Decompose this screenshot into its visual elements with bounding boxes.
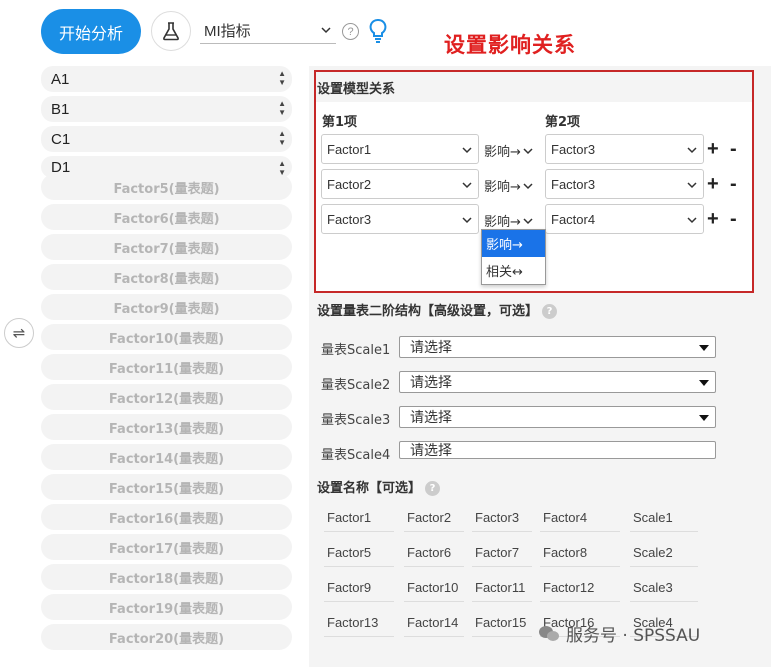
caret-down-icon (699, 380, 709, 386)
names-section-title: 设置名称【可选】? (317, 477, 441, 496)
name-field[interactable]: Factor4 (540, 510, 620, 532)
wechat-logo-icon (539, 625, 559, 641)
chevron-down-icon (462, 182, 472, 189)
chevron-down-icon (523, 217, 533, 224)
headline-annotation: 设置影响关系 (444, 33, 576, 57)
factor-item[interactable]: Factor16(量表题) (41, 504, 292, 530)
name-field[interactable]: Factor15 (472, 615, 532, 637)
mi-index-select[interactable]: MI指标 (200, 18, 336, 44)
factor-item[interactable]: Factor10(量表题) (41, 324, 292, 350)
relation-select[interactable]: 影响→ (484, 176, 535, 195)
name-field[interactable]: Factor5 (324, 545, 394, 567)
swap-arrows-icon[interactable]: ⇌ (4, 318, 34, 348)
chevron-down-icon (462, 217, 472, 224)
flask-icon-button[interactable] (151, 11, 191, 51)
name-field[interactable]: Factor1 (324, 510, 394, 532)
variable-list: A1 ▲ ▼ B1 ▲ ▼ C1 ▲ ▼ D1 ▲ ▼ Factor5(量表题) Fac… (41, 66, 292, 654)
item1-select[interactable]: Factor2 (321, 169, 479, 199)
chevron-down-icon (687, 182, 697, 189)
name-field[interactable]: Factor7 (472, 545, 532, 567)
remove-row-button[interactable]: - (730, 208, 737, 231)
column-header-item1: 第1项 (322, 115, 358, 130)
mi-select-value: MI指标 (204, 23, 251, 40)
name-field[interactable]: Factor9 (324, 580, 394, 602)
order-spinner-icon[interactable]: ▲ ▼ (278, 99, 286, 117)
name-field[interactable]: Factor12 (540, 580, 620, 602)
factor-item[interactable]: Factor17(量表题) (41, 534, 292, 560)
flask-icon (163, 22, 179, 41)
name-field[interactable]: Factor10 (404, 580, 464, 602)
relation-select[interactable]: 影响→ (484, 141, 535, 160)
dropdown-option-influence[interactable]: 影响→ (482, 230, 545, 257)
order-spinner-icon[interactable]: ▲ ▼ (278, 69, 286, 87)
scale-label: 量表Scale3 (321, 413, 391, 428)
chevron-down-icon (523, 182, 533, 189)
help-icon[interactable]: ? (542, 304, 558, 319)
chevron-down-icon (523, 147, 533, 154)
order-spinner-icon[interactable]: ▲ ▼ (278, 159, 286, 177)
factor-item[interactable]: Factor15(量表题) (41, 474, 292, 500)
add-row-button[interactable]: + (707, 173, 719, 196)
item2-select[interactable]: Factor3 (545, 134, 704, 164)
help-icon[interactable]: ? (342, 23, 359, 40)
name-field[interactable]: Factor8 (540, 545, 620, 567)
scale-section-title: 设置量表二阶结构【高级设置，可选】? (317, 300, 558, 319)
variable-item[interactable]: B1 ▲ ▼ (41, 96, 292, 122)
factor-item[interactable]: Factor7(量表题) (41, 234, 292, 260)
factor-item[interactable]: Factor12(量表题) (41, 384, 292, 410)
factor-item[interactable]: Factor8(量表题) (41, 264, 292, 290)
factor-item[interactable]: Factor6(量表题) (41, 204, 292, 230)
scale-select[interactable]: 请选择 (399, 336, 716, 358)
order-spinner-icon[interactable]: ▲ ▼ (278, 129, 286, 147)
item1-select[interactable]: Factor3 (321, 204, 479, 234)
scale-label: 量表Scale1 (321, 343, 391, 358)
variable-item[interactable]: C1 ▲ ▼ (41, 126, 292, 152)
help-icon[interactable]: ? (425, 481, 441, 496)
name-field[interactable]: Factor2 (404, 510, 464, 532)
scale-label: 量表Scale4 (321, 448, 391, 463)
name-field[interactable]: Scale3 (630, 580, 698, 602)
item1-select[interactable]: Factor1 (321, 134, 479, 164)
name-field[interactable]: Scale2 (630, 545, 698, 567)
name-field[interactable]: Factor14 (404, 615, 464, 637)
scale-select[interactable]: 请选择 (399, 406, 716, 428)
factor-item[interactable]: Factor19(量表题) (41, 594, 292, 620)
factor-item[interactable]: Factor18(量表题) (41, 564, 292, 590)
chevron-down-icon (462, 147, 472, 154)
name-field[interactable]: Factor3 (472, 510, 532, 532)
name-field[interactable]: Factor6 (404, 545, 464, 567)
add-row-button[interactable]: + (707, 208, 719, 231)
dropdown-option-correlation[interactable]: 相关↔ (482, 257, 545, 284)
start-analysis-button[interactable]: 开始分析 (41, 9, 141, 54)
scale-select[interactable]: 请选择 (399, 371, 716, 393)
remove-row-button[interactable]: - (730, 173, 737, 196)
name-field[interactable]: Factor11 (472, 580, 532, 602)
relation-dropdown-menu: 影响→ 相关↔ (481, 229, 546, 285)
name-field[interactable]: Scale1 (630, 510, 698, 532)
factor-item[interactable]: Factor14(量表题) (41, 444, 292, 470)
chevron-down-icon (687, 217, 697, 224)
relation-select[interactable]: 影响→ (484, 211, 535, 230)
remove-row-button[interactable]: - (730, 138, 737, 161)
lightbulb-icon[interactable] (368, 18, 388, 44)
factor-item[interactable]: Factor20(量表题) (41, 624, 292, 650)
item2-select[interactable]: Factor3 (545, 169, 704, 199)
watermark: 服务号 · SPSSAU (538, 621, 700, 646)
caret-down-icon (699, 345, 709, 351)
add-row-button[interactable]: + (707, 138, 719, 161)
variable-item[interactable]: D1 ▲ ▼ (41, 156, 292, 178)
model-section-title: 设置模型关系 (317, 82, 396, 97)
factor-item[interactable]: Factor11(量表题) (41, 354, 292, 380)
factor-item[interactable]: Factor9(量表题) (41, 294, 292, 320)
factor-item[interactable]: Factor13(量表题) (41, 414, 292, 440)
chevron-down-icon (687, 147, 697, 154)
caret-down-icon (699, 415, 709, 421)
chevron-down-icon (321, 27, 331, 34)
name-field[interactable]: Factor13 (324, 615, 394, 637)
item2-select[interactable]: Factor4 (545, 204, 704, 234)
variable-item[interactable]: A1 ▲ ▼ (41, 66, 292, 92)
scale-label: 量表Scale2 (321, 378, 391, 393)
column-header-item2: 第2项 (545, 115, 581, 130)
scale-select[interactable]: 请选择 (399, 441, 716, 459)
